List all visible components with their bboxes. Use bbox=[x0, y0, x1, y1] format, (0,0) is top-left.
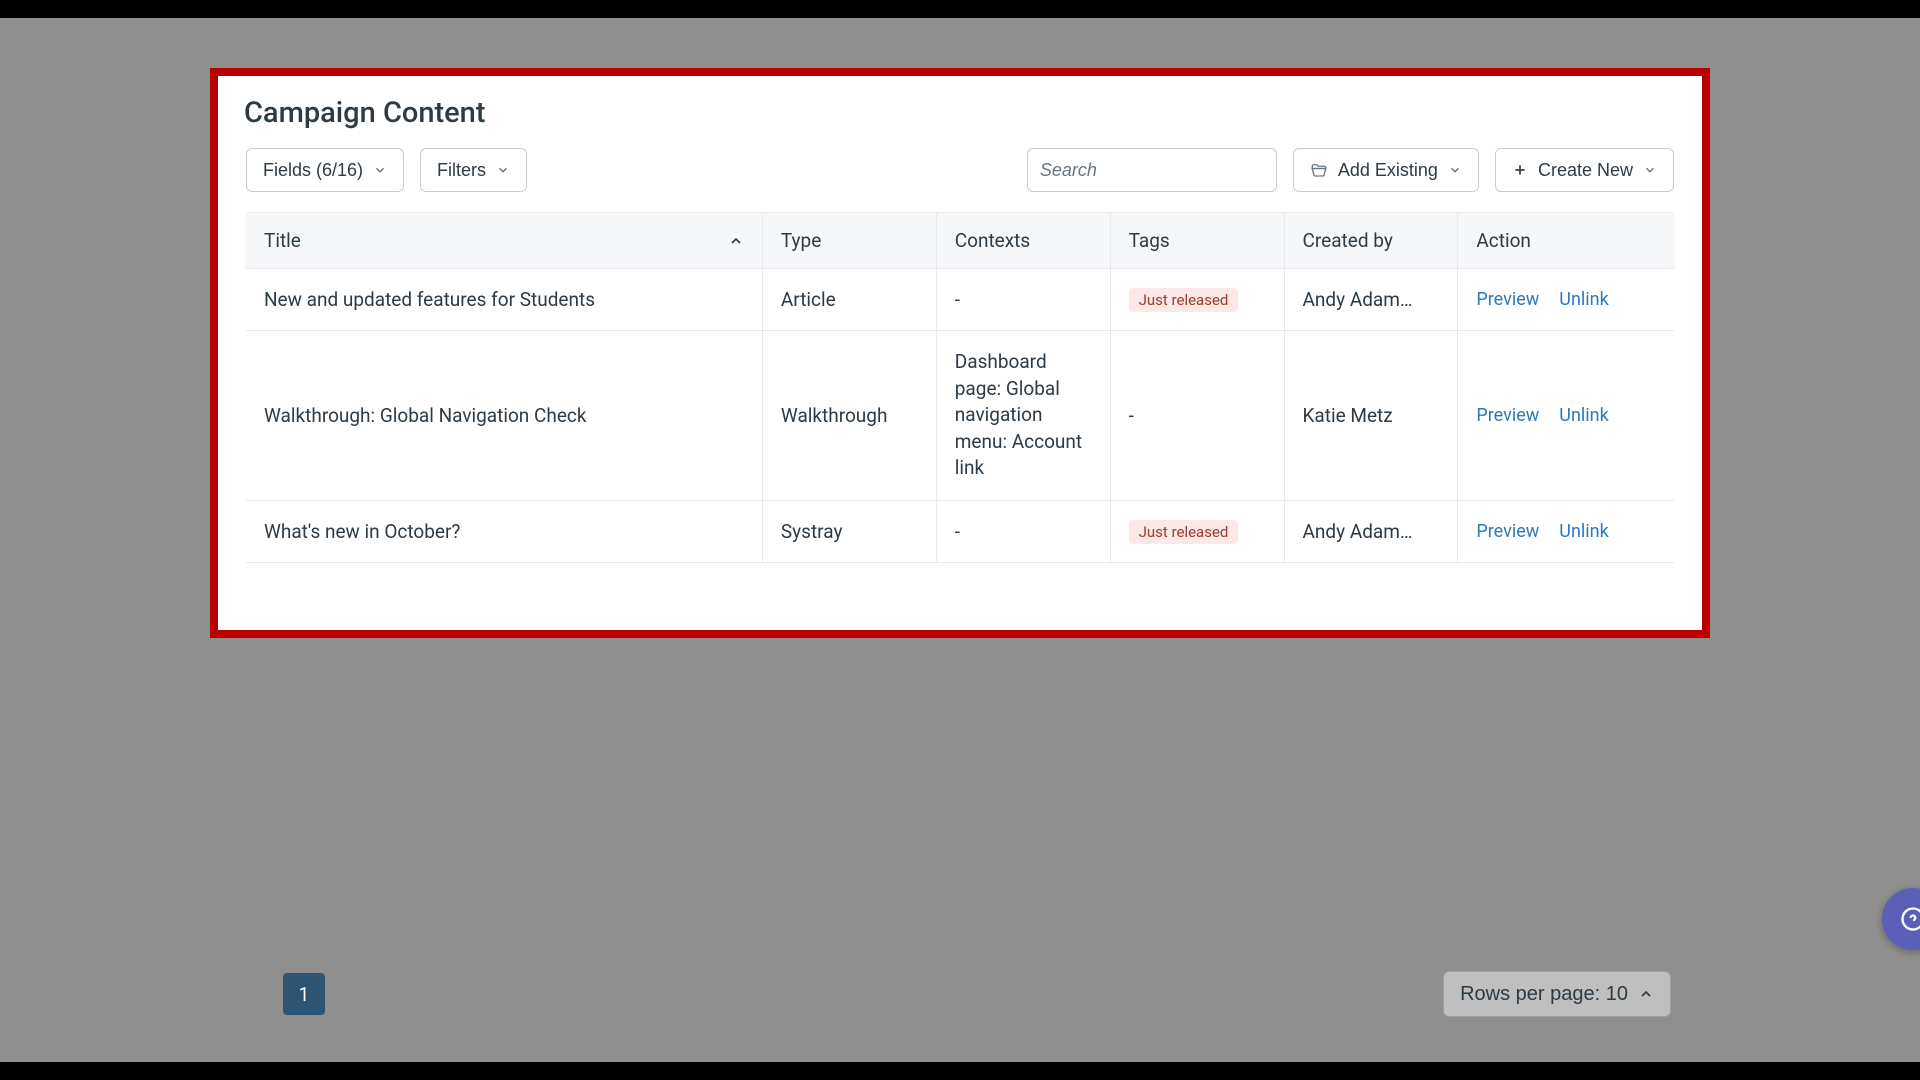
cell-action: Preview Unlink bbox=[1458, 500, 1674, 562]
content-table: Title Type Contexts Tags Created by Acti… bbox=[246, 212, 1674, 563]
chevron-down-icon bbox=[1448, 163, 1462, 177]
campaign-content-panel: Campaign Content Fields (6/16) Filters A… bbox=[218, 76, 1702, 630]
search-field[interactable] bbox=[1027, 148, 1277, 192]
help-icon bbox=[1899, 905, 1920, 933]
cell-action: Preview Unlink bbox=[1458, 269, 1674, 331]
create-new-button[interactable]: Create New bbox=[1495, 148, 1674, 192]
table-row: New and updated features for Students Ar… bbox=[246, 269, 1674, 331]
pagination-bar: 1 Rows per page: 10 bbox=[251, 971, 1671, 1017]
cell-tags: Just released bbox=[1110, 500, 1284, 562]
panel-title: Campaign Content bbox=[244, 96, 1674, 130]
add-existing-button[interactable]: Add Existing bbox=[1293, 148, 1479, 192]
page-number-current[interactable]: 1 bbox=[283, 973, 325, 1015]
cell-contexts: - bbox=[936, 269, 1110, 331]
preview-link[interactable]: Preview bbox=[1476, 405, 1539, 426]
rows-per-page-label: Rows per page: 10 bbox=[1460, 983, 1628, 1006]
tag-badge: Just released bbox=[1129, 288, 1239, 312]
page-background: Campaign Content Fields (6/16) Filters A… bbox=[0, 18, 1920, 1062]
preview-link[interactable]: Preview bbox=[1476, 289, 1539, 310]
filters-dropdown[interactable]: Filters bbox=[420, 148, 527, 192]
unlink-link[interactable]: Unlink bbox=[1559, 405, 1608, 426]
plus-icon bbox=[1512, 162, 1528, 178]
chevron-down-icon bbox=[496, 163, 510, 177]
column-title-label: Title bbox=[264, 229, 301, 252]
unlink-link[interactable]: Unlink bbox=[1559, 521, 1608, 542]
cell-created-by: Katie Metz bbox=[1284, 331, 1458, 501]
create-new-label: Create New bbox=[1538, 160, 1633, 181]
column-title[interactable]: Title bbox=[246, 213, 762, 269]
column-created-by[interactable]: Created by bbox=[1284, 213, 1458, 269]
cell-created-by: Andy Adam… bbox=[1284, 269, 1458, 331]
cell-contexts: Dashboard page: Global navigation menu: … bbox=[936, 331, 1110, 501]
fields-label: Fields (6/16) bbox=[263, 160, 363, 181]
cell-tags: Just released bbox=[1110, 269, 1284, 331]
cell-action: Preview Unlink bbox=[1458, 331, 1674, 501]
filters-label: Filters bbox=[437, 160, 486, 181]
chevron-down-icon bbox=[373, 163, 387, 177]
unlink-link[interactable]: Unlink bbox=[1559, 289, 1608, 310]
column-contexts[interactable]: Contexts bbox=[936, 213, 1110, 269]
folder-open-icon bbox=[1310, 161, 1328, 179]
chevron-up-icon bbox=[1638, 986, 1654, 1002]
table-header-row: Title Type Contexts Tags Created by Acti… bbox=[246, 213, 1674, 269]
cell-created-by: Andy Adam… bbox=[1284, 500, 1458, 562]
tag-badge: Just released bbox=[1129, 520, 1239, 544]
preview-link[interactable]: Preview bbox=[1476, 521, 1539, 542]
column-action: Action bbox=[1458, 213, 1674, 269]
table-row: What's new in October? Systray - Just re… bbox=[246, 500, 1674, 562]
cell-title: Walkthrough: Global Navigation Check bbox=[246, 331, 762, 501]
chevron-up-icon bbox=[728, 233, 744, 249]
column-tags[interactable]: Tags bbox=[1110, 213, 1284, 269]
add-existing-label: Add Existing bbox=[1338, 160, 1438, 181]
cell-title: New and updated features for Students bbox=[246, 269, 762, 331]
cell-tags: - bbox=[1110, 331, 1284, 501]
toolbar: Fields (6/16) Filters Add Existing Creat… bbox=[246, 148, 1674, 192]
fields-dropdown[interactable]: Fields (6/16) bbox=[246, 148, 404, 192]
cell-contexts: - bbox=[936, 500, 1110, 562]
cell-type: Systray bbox=[762, 500, 936, 562]
help-floating-button[interactable] bbox=[1882, 888, 1920, 950]
column-type[interactable]: Type bbox=[762, 213, 936, 269]
search-input[interactable] bbox=[1040, 160, 1274, 181]
rows-per-page-dropdown[interactable]: Rows per page: 10 bbox=[1443, 971, 1671, 1017]
cell-type: Walkthrough bbox=[762, 331, 936, 501]
chevron-down-icon bbox=[1643, 163, 1657, 177]
cell-type: Article bbox=[762, 269, 936, 331]
cell-title: What's new in October? bbox=[246, 500, 762, 562]
table-row: Walkthrough: Global Navigation Check Wal… bbox=[246, 331, 1674, 501]
